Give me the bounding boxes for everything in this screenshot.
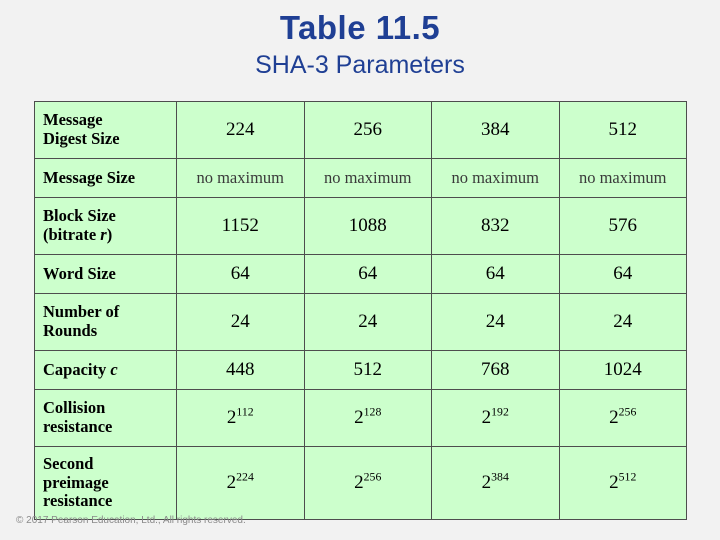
row-header-line3: resistance	[43, 491, 113, 511]
cell-capacity-1: 448	[176, 350, 305, 390]
power-exponent: 256	[618, 405, 637, 419]
cell-word-3: 64	[431, 254, 560, 294]
cell-secondpre-2: 2256	[303, 446, 432, 520]
copyright-notice: © 2017 Pearson Education, Ltd., All righ…	[16, 515, 246, 526]
table-row: Message Size no maximum no maximum no ma…	[34, 158, 687, 198]
power-base: 2	[354, 407, 364, 428]
capacity-symbol: c	[110, 359, 118, 379]
table-row: Word Size 64 64 64 64	[34, 254, 687, 294]
table-row: Number of Rounds 24 24 24 24	[34, 293, 687, 351]
power-base: 2	[609, 472, 619, 493]
cell-collision-2: 2128	[303, 389, 432, 447]
row-header-line1: Number of	[43, 302, 120, 322]
cell-block-2: 1088	[303, 197, 432, 255]
cell-capacity-2: 512	[303, 350, 432, 390]
table-row: Collision resistance 2112 2128 2192 2256	[34, 389, 687, 447]
power-base: 2	[481, 407, 492, 428]
cell-block-4: 576	[558, 197, 687, 255]
power-exponent: 224	[236, 470, 254, 484]
table-row: Second preimage resistance 2224 2256 238…	[34, 446, 687, 520]
power-exponent: 384	[491, 470, 509, 484]
table-row: Block Size (bitrate r) 1152 1088 832 576	[34, 197, 687, 255]
sha3-parameters-table-container: Message Digest Size 224 256 384 512 Mess…	[34, 101, 687, 520]
cell-word-2: 64	[303, 254, 432, 294]
row-header-line2: Digest Size	[43, 129, 120, 148]
cell-msgsize-3: no maximum	[431, 158, 560, 198]
cell-msgsize-4: no maximum	[558, 158, 687, 198]
cell-rounds-2: 24	[303, 293, 432, 351]
cell-secondpre-4: 2512	[558, 446, 687, 520]
row-header-word-size: Word Size	[34, 254, 177, 294]
cell-block-3: 832	[431, 197, 560, 255]
sha3-parameters-table: Message Digest Size 224 256 384 512 Mess…	[34, 101, 687, 520]
row-header-line1: Message	[43, 110, 103, 130]
row-header-line2: Rounds	[43, 321, 98, 340]
power-base: 2	[609, 407, 619, 428]
table-row: Message Digest Size 224 256 384 512	[34, 101, 687, 159]
table-row: Capacity c 448 512 768 1024	[34, 350, 687, 390]
cell-digest-384: 384	[431, 101, 560, 159]
power-base: 2	[226, 472, 237, 493]
cell-word-4: 64	[558, 254, 687, 294]
cell-rounds-3: 24	[431, 293, 560, 351]
slide: Table 11.5 SHA-3 Parameters Message Dige…	[0, 0, 720, 540]
cell-msgsize-2: no maximum	[303, 158, 432, 198]
cell-rounds-1: 24	[176, 293, 305, 351]
row-header-line2: resistance	[43, 417, 113, 436]
cell-digest-224: 224	[176, 101, 305, 159]
power-base: 2	[354, 472, 364, 493]
row-header-capacity: Capacity c	[34, 350, 177, 390]
cell-capacity-3: 768	[431, 350, 560, 390]
row-header-line2: preimage	[43, 472, 109, 492]
row-header-line1: Capacity c	[43, 359, 118, 379]
power-base: 2	[481, 472, 492, 493]
power-exponent: 512	[618, 470, 637, 484]
power-exponent: 128	[363, 405, 382, 419]
page-title: Table 11.5	[279, 9, 441, 46]
row-header-number-of-rounds: Number of Rounds	[34, 293, 177, 351]
row-header-line1: Second	[43, 453, 94, 473]
cell-collision-4: 2256	[558, 389, 687, 447]
row-header-block-size: Block Size (bitrate r)	[34, 197, 177, 255]
power-exponent: 192	[491, 405, 509, 419]
cell-msgsize-1: no maximum	[176, 158, 305, 198]
cell-secondpre-3: 2384	[431, 446, 560, 520]
page-subtitle: SHA-3 Parameters	[255, 51, 465, 80]
power-base: 2	[226, 407, 237, 428]
cell-collision-1: 2112	[176, 389, 305, 447]
row-header-second-preimage-resistance: Second preimage resistance	[34, 446, 177, 520]
cell-block-1: 1152	[176, 197, 305, 255]
cell-rounds-4: 24	[558, 293, 687, 351]
cell-secondpre-1: 2224	[176, 446, 305, 520]
row-header-line1: Message Size	[43, 167, 136, 187]
bitrate-symbol: r	[100, 225, 107, 244]
row-header-line1: Block Size	[43, 206, 116, 226]
row-header-collision-resistance: Collision resistance	[34, 389, 177, 447]
cell-word-1: 64	[176, 254, 305, 294]
cell-capacity-4: 1024	[558, 350, 687, 390]
row-header-line1: Collision	[43, 398, 106, 418]
row-header-message-digest-size: Message Digest Size	[34, 101, 177, 159]
row-header-line1: Word Size	[43, 263, 116, 283]
cell-digest-512: 512	[558, 101, 687, 159]
row-header-line2: (bitrate r)	[43, 225, 113, 244]
cell-collision-3: 2192	[431, 389, 560, 447]
row-header-message-size: Message Size	[34, 158, 177, 198]
cell-digest-256: 256	[303, 101, 432, 159]
power-exponent: 256	[363, 470, 382, 484]
power-exponent: 112	[236, 405, 254, 419]
